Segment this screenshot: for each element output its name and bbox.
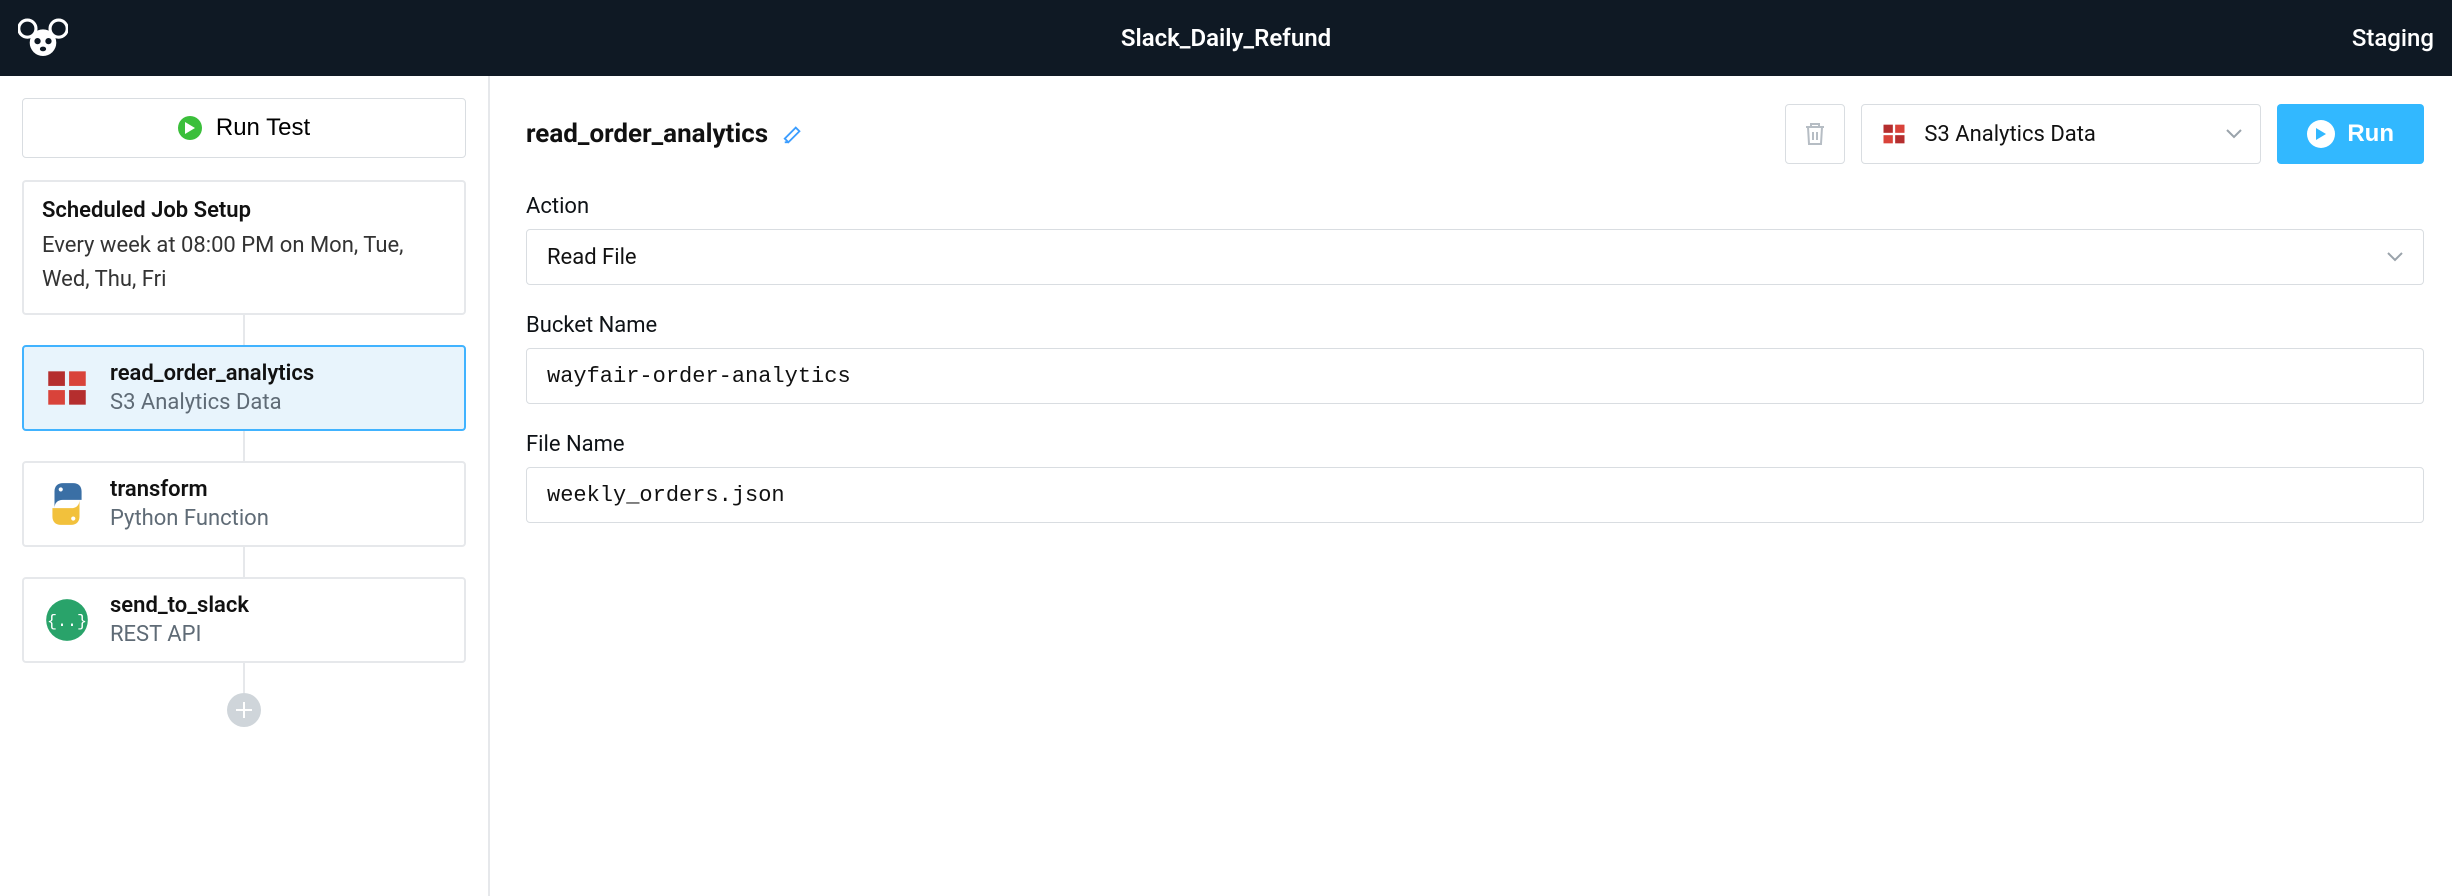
chevron-down-icon — [2387, 252, 2403, 262]
connection-label: S3 Analytics Data — [1924, 122, 2096, 147]
bucket-name-input[interactable] — [526, 348, 2424, 404]
file-label: File Name — [526, 432, 2424, 457]
edit-title-icon[interactable] — [782, 123, 804, 145]
action-label: Action — [526, 194, 2424, 219]
connector-line — [243, 547, 245, 577]
aws-icon — [42, 363, 92, 413]
svg-text:{..}: {..} — [47, 613, 87, 632]
schedule-description: Every week at 08:00 PM on Mon, Tue, Wed,… — [42, 229, 446, 297]
connector-line — [243, 431, 245, 461]
connector-line — [243, 315, 245, 345]
aws-icon — [1880, 120, 1908, 148]
step-subtitle: REST API — [110, 622, 249, 647]
environment-label[interactable]: Staging — [2352, 24, 2434, 52]
app-header: Slack_Daily_Refund Staging — [0, 0, 2452, 76]
rest-api-icon: {..} — [42, 595, 92, 645]
step-detail-panel: read_order_analytics — [490, 76, 2452, 896]
step-title: read_order_analytics — [526, 119, 768, 149]
python-icon — [42, 479, 92, 529]
play-icon — [178, 116, 202, 140]
step-name: send_to_slack — [110, 593, 249, 618]
step-name: read_order_analytics — [110, 361, 314, 386]
connector-line — [243, 663, 245, 693]
step-read-order-analytics[interactable]: read_order_analytics S3 Analytics Data — [22, 345, 466, 431]
run-step-button[interactable]: Run — [2277, 104, 2424, 164]
step-subtitle: Python Function — [110, 506, 269, 531]
run-test-button[interactable]: Run Test — [22, 98, 466, 158]
file-name-input[interactable] — [526, 467, 2424, 523]
step-transform[interactable]: transform Python Function — [22, 461, 466, 547]
schedule-title: Scheduled Job Setup — [42, 198, 446, 223]
app-logo[interactable] — [18, 18, 68, 58]
connection-selector[interactable]: S3 Analytics Data — [1861, 104, 2261, 164]
schedule-panel[interactable]: Scheduled Job Setup Every week at 08:00 … — [22, 180, 466, 315]
action-select[interactable]: Read File — [526, 229, 2424, 285]
workflow-sidebar: Run Test Scheduled Job Setup Every week … — [0, 76, 490, 896]
run-test-label: Run Test — [216, 114, 310, 142]
action-value: Read File — [547, 245, 637, 270]
run-label: Run — [2347, 120, 2394, 148]
bucket-label: Bucket Name — [526, 313, 2424, 338]
add-step-button[interactable] — [227, 693, 261, 727]
workflow-title: Slack_Daily_Refund — [1121, 24, 1331, 52]
step-subtitle: S3 Analytics Data — [110, 390, 314, 415]
chevron-down-icon — [2226, 129, 2242, 139]
delete-step-button[interactable] — [1785, 104, 1845, 164]
step-name: transform — [110, 477, 269, 502]
play-icon — [2307, 120, 2335, 148]
step-send-to-slack[interactable]: {..} send_to_slack REST API — [22, 577, 466, 663]
